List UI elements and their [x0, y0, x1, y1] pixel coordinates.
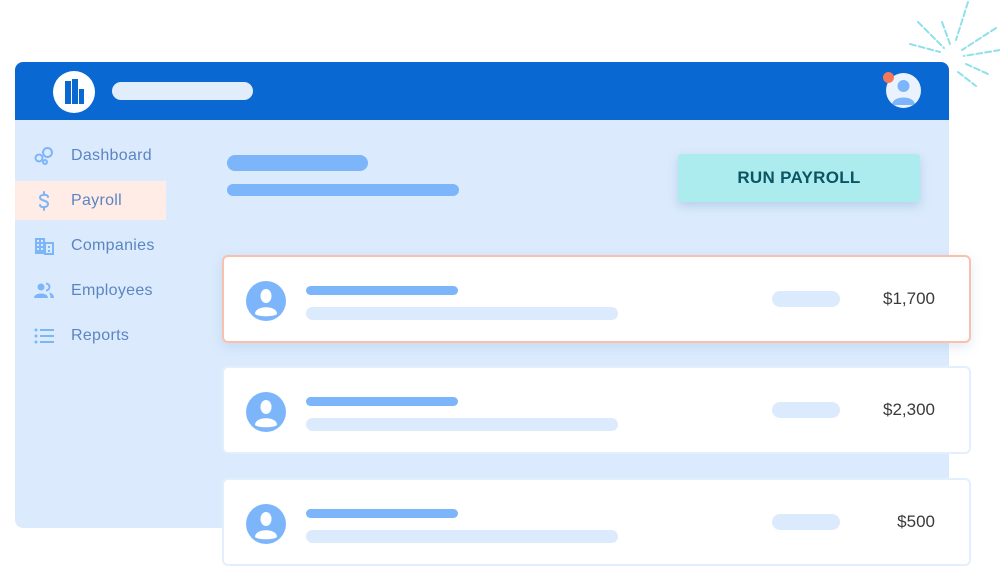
list-icon [33, 325, 55, 347]
payroll-row[interactable]: $500 [222, 478, 971, 566]
building-icon [33, 235, 55, 257]
payroll-amount: $2,300 [883, 400, 935, 419]
top-bar [15, 62, 949, 120]
notification-dot [883, 72, 894, 83]
status-pill-placeholder [772, 514, 840, 530]
title-placeholder [112, 82, 253, 100]
payroll-row[interactable]: $2,300 [222, 366, 971, 454]
payroll-row[interactable]: $1,700 [222, 255, 971, 343]
employee-avatar-icon [246, 504, 286, 544]
sidebar-item-payroll[interactable]: Payroll [15, 181, 166, 220]
page-title-placeholder [227, 155, 368, 171]
sidebar-item-dashboard[interactable]: Dashboard [15, 136, 166, 175]
page-subtitle-placeholder [227, 184, 459, 196]
employee-detail-placeholder [306, 418, 618, 431]
dollar-icon [33, 190, 55, 212]
sidebar-item-label: Employees [71, 281, 153, 299]
bubbles-icon [33, 145, 55, 167]
sidebar-item-employees[interactable]: Employees [15, 271, 166, 310]
employee-avatar-icon [246, 281, 286, 321]
sidebar-item-label: Payroll [71, 191, 123, 209]
sidebar-item-reports[interactable]: Reports [15, 316, 166, 355]
sidebar-item-label: Dashboard [71, 146, 152, 164]
sidebar: Dashboard Payroll Companies Employees Re… [15, 136, 215, 361]
employee-name-placeholder [306, 509, 458, 518]
people-icon [33, 280, 55, 302]
employee-name-placeholder [306, 286, 458, 295]
payroll-amount: $500 [897, 512, 935, 531]
employee-avatar-icon [246, 392, 286, 432]
payroll-amount: $1,700 [883, 289, 935, 308]
employee-detail-placeholder [306, 530, 618, 543]
sidebar-item-companies[interactable]: Companies [15, 226, 166, 265]
status-pill-placeholder [772, 291, 840, 307]
employee-name-placeholder [306, 397, 458, 406]
sidebar-item-label: Reports [71, 326, 130, 344]
building-logo-icon[interactable] [53, 71, 95, 113]
employee-detail-placeholder [306, 307, 618, 320]
status-pill-placeholder [772, 402, 840, 418]
run-payroll-button[interactable]: RUN PAYROLL [678, 154, 920, 202]
sidebar-item-label: Companies [71, 236, 155, 254]
